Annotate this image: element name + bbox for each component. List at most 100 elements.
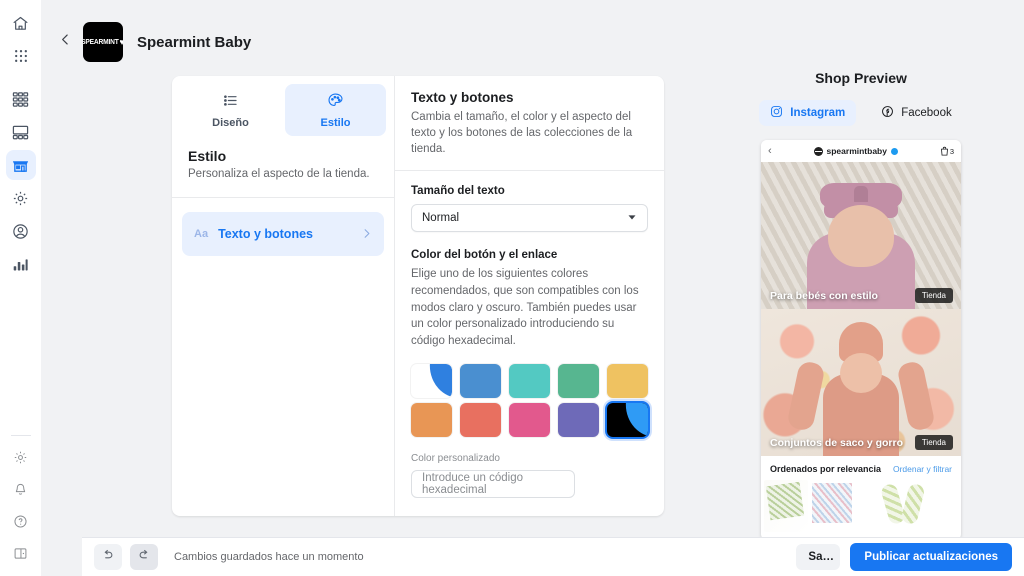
text-size-aa-icon: Aa [194,227,209,240]
sort-row: Ordenados por relevancia Ordenar y filtr… [761,456,961,480]
settings-header: Texto y botones Cambia el tamaño, el col… [395,76,664,172]
avatar [813,146,823,156]
bag-count: 3 [949,146,954,156]
color-swatch-purple[interactable] [558,402,599,437]
settings-body: Tamaño del texto Normal Color del botón … [395,171,664,511]
card-caption: Para bebés con estilo [770,290,878,302]
bell-icon[interactable] [6,474,36,504]
phone-back-icon[interactable]: ‹ [768,145,772,157]
help-circle-icon[interactable] [6,506,36,536]
sidebar-item-shop[interactable] [5,150,36,180]
preview-card-1[interactable]: Para bebés con estilo Tienda [761,162,961,309]
phone-account: spearmintbaby [777,146,935,156]
page-header: SPEARMINT ♥ Spearmint Baby [41,0,1024,66]
undo-button[interactable] [94,544,122,570]
undo-icon [101,548,115,567]
style-panel: Diseño Estilo Estilo Personaliza el aspe… [172,76,395,516]
color-swatch-green[interactable] [558,363,599,398]
color-swatch-red[interactable] [460,402,501,437]
brand-logo: SPEARMINT ♥ [83,22,123,62]
tab-facebook-label: Facebook [901,107,952,119]
tab-estilo[interactable]: Estilo [285,84,386,136]
preview-platform-tabs: Instagram Facebook [701,100,1021,126]
tab-instagram[interactable]: Instagram [759,100,857,126]
chevron-left-icon [59,33,72,51]
style-description: Personaliza el aspecto de la tienda. [188,168,370,180]
panel-toggle-icon[interactable] [6,538,36,568]
account-name: spearmintbaby [826,146,887,156]
editor-panels: Diseño Estilo Estilo Personaliza el aspe… [172,76,664,516]
layout-icon[interactable] [6,117,36,147]
phone-preview: ‹ spearmintbaby 3 Para bebés con estilo … [761,140,961,540]
product-thumbnail[interactable] [764,480,808,532]
product-thumbnail-grid [761,480,961,532]
save-button[interactable]: Sa… [796,544,841,570]
card-shop-badge[interactable]: Tienda [914,435,953,450]
heart-icon: ♥ [120,37,123,47]
custom-color-input[interactable]: Introduce un código hexadecimal [411,469,575,498]
shopping-bag-icon[interactable]: 3 [940,146,954,156]
tab-estilo-label: Estilo [320,117,351,129]
redo-icon [137,548,151,567]
swatch-secondary-fill [411,364,452,398]
publish-button[interactable]: Publicar actualizaciones [850,543,1012,571]
button-color-description: Elige uno de los siguientes colores reco… [411,268,639,347]
preview-card-2[interactable]: Conjuntos de saco y gorro Tienda [761,309,961,456]
account-icon[interactable] [6,216,36,246]
shop-icon [12,157,29,174]
baby-bow-image [761,162,961,309]
color-swatch-teal[interactable] [509,363,550,398]
save-status: Cambios guardados hace un momento [174,551,364,563]
verified-badge-icon [890,147,898,155]
color-swatch-white-blue[interactable] [411,363,452,398]
brand-logo-text: SPEARMINT [83,38,119,46]
tab-facebook[interactable]: Facebook [870,100,963,126]
chart-icon[interactable] [6,249,36,279]
nav-item-texto-y-botones[interactable]: Aa Texto y botones [182,211,384,256]
product-thumbnail[interactable] [810,480,854,532]
text-size-select[interactable]: Normal [411,204,648,233]
card-caption: Conjuntos de saco y gorro [770,437,904,449]
chevron-down-icon [627,212,637,224]
color-swatch-yellow[interactable] [607,363,648,398]
facebook-icon [881,105,894,121]
rail-divider [10,435,31,436]
apps-grid-icon[interactable] [6,41,36,71]
settings-title: Texto y botones [411,90,514,105]
palette-icon [327,92,344,112]
back-button[interactable] [51,28,79,56]
custom-color-label: Color personalizado [411,452,500,464]
card-shop-badge[interactable]: Tienda [914,288,953,303]
sort-filter-link[interactable]: Ordenar y filtrar [893,464,952,474]
editor-footer: Cambios guardados hace un momento Sa… Pu… [82,537,1024,576]
tab-diseno[interactable]: Diseño [180,84,281,136]
panel-tabs: Diseño Estilo [172,76,394,142]
color-swatch-grid [411,363,648,437]
rail-bottom-group [6,433,36,576]
sort-label: Ordenados por relevancia [770,464,882,474]
main-area: SPEARMINT ♥ Spearmint Baby Diseño [41,0,1024,576]
home-icon[interactable] [6,8,36,38]
button-color-label: Color del botón y el enlace [411,249,558,262]
chevron-right-icon [361,228,372,239]
redo-button[interactable] [130,544,158,570]
color-swatch-orange[interactable] [411,402,452,437]
color-swatch-black-blue[interactable] [607,402,648,437]
phone-header: ‹ spearmintbaby 3 [761,140,961,162]
grid-icon[interactable] [6,84,36,114]
page-title: Spearmint Baby [137,33,252,51]
custom-color-placeholder: Introduce un código hexadecimal [422,471,524,496]
color-swatch-blue[interactable] [460,363,501,398]
settings-gear-icon[interactable] [6,442,36,472]
shop-preview-title: Shop Preview [815,70,907,86]
settings-panel: Texto y botones Cambia el tamaño, el col… [395,76,664,516]
list-layout-icon [222,92,239,112]
product-thumbnail[interactable] [856,480,958,532]
settings-description: Cambia el tamaño, el color y el aspecto … [411,111,633,156]
tab-diseno-label: Diseño [212,117,249,129]
baby-floral-image [761,309,961,456]
color-swatch-pink[interactable] [509,402,550,437]
gear-icon[interactable] [6,183,36,213]
left-nav-rail [0,0,41,576]
nav-item-label: Texto y botones [218,226,313,241]
